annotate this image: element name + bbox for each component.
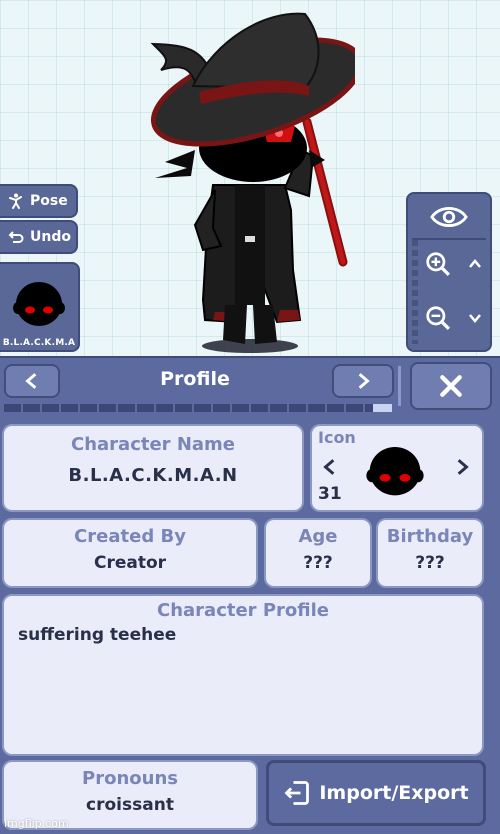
pose-icon — [8, 193, 24, 209]
icon-card: Icon 31 — [310, 424, 484, 512]
icon-label: Icon — [318, 428, 356, 447]
import-export-button[interactable]: Import/Export — [266, 760, 486, 826]
character-profile-label: Character Profile — [157, 600, 329, 621]
chevron-right-icon — [358, 373, 370, 389]
watermark: imgflip.com — [4, 817, 69, 830]
progress-bar — [4, 404, 392, 412]
character-figure[interactable] — [95, 0, 355, 355]
pronouns-label: Pronouns — [82, 768, 178, 789]
character-slot-label: B.L.A.C.K.M.A — [2, 338, 76, 348]
age-value: ??? — [303, 553, 333, 573]
birthday-value: ??? — [415, 553, 445, 573]
previous-button[interactable] — [4, 364, 60, 398]
undo-icon — [8, 229, 24, 245]
chevron-down-icon[interactable] — [460, 300, 490, 336]
chevron-right-icon — [457, 459, 469, 475]
next-button[interactable] — [332, 364, 394, 398]
icon-number: 31 — [318, 484, 342, 504]
zoom-in-icon[interactable] — [418, 246, 458, 282]
page-title: Profile — [160, 368, 230, 390]
character-head-icon — [13, 282, 65, 326]
icon-next-button[interactable] — [450, 452, 474, 482]
profile-panel: Profile Character Name B.L.A.C.K.M.A.N I… — [0, 356, 500, 834]
undo-button[interactable]: Undo — [0, 220, 78, 254]
zoom-out-icon[interactable] — [418, 300, 458, 336]
close-button[interactable] — [410, 362, 492, 410]
character-name-value: B.L.A.C.K.M.A.N — [68, 465, 238, 486]
chevron-up-icon[interactable] — [460, 246, 490, 282]
age-label: Age — [298, 526, 338, 547]
character-profile-text: suffering teehee — [18, 625, 177, 645]
created-by-label: Created By — [74, 526, 186, 547]
icon-prev-button[interactable] — [318, 452, 342, 482]
undo-label: Undo — [30, 229, 71, 245]
view-controls — [406, 192, 492, 352]
pose-label: Pose — [30, 193, 68, 209]
eye-icon[interactable] — [408, 200, 490, 234]
birthday-card[interactable]: Birthday ??? — [376, 518, 484, 588]
close-icon — [440, 375, 462, 397]
age-card[interactable]: Age ??? — [264, 518, 372, 588]
created-by-card[interactable]: Created By Creator — [2, 518, 258, 588]
character-slot[interactable]: B.L.A.C.K.M.A — [0, 262, 80, 352]
character-profile-card[interactable]: Character Profile suffering teehee — [2, 594, 484, 756]
birthday-label: Birthday — [386, 526, 474, 547]
header-divider — [398, 366, 401, 406]
pose-button[interactable]: Pose — [0, 184, 78, 218]
progress-fill — [372, 404, 392, 412]
import-export-icon — [284, 781, 310, 805]
character-name-card[interactable]: Character Name B.L.A.C.K.M.A.N — [2, 424, 304, 512]
import-export-label: Import/Export — [319, 782, 469, 804]
view-grid — [412, 238, 486, 344]
character-head-icon — [366, 447, 424, 496]
chevron-left-icon — [25, 373, 37, 389]
character-name-label: Character Name — [71, 434, 235, 455]
created-by-value: Creator — [93, 553, 167, 573]
chevron-left-icon — [323, 459, 335, 475]
pronouns-value: croissant — [86, 795, 174, 815]
